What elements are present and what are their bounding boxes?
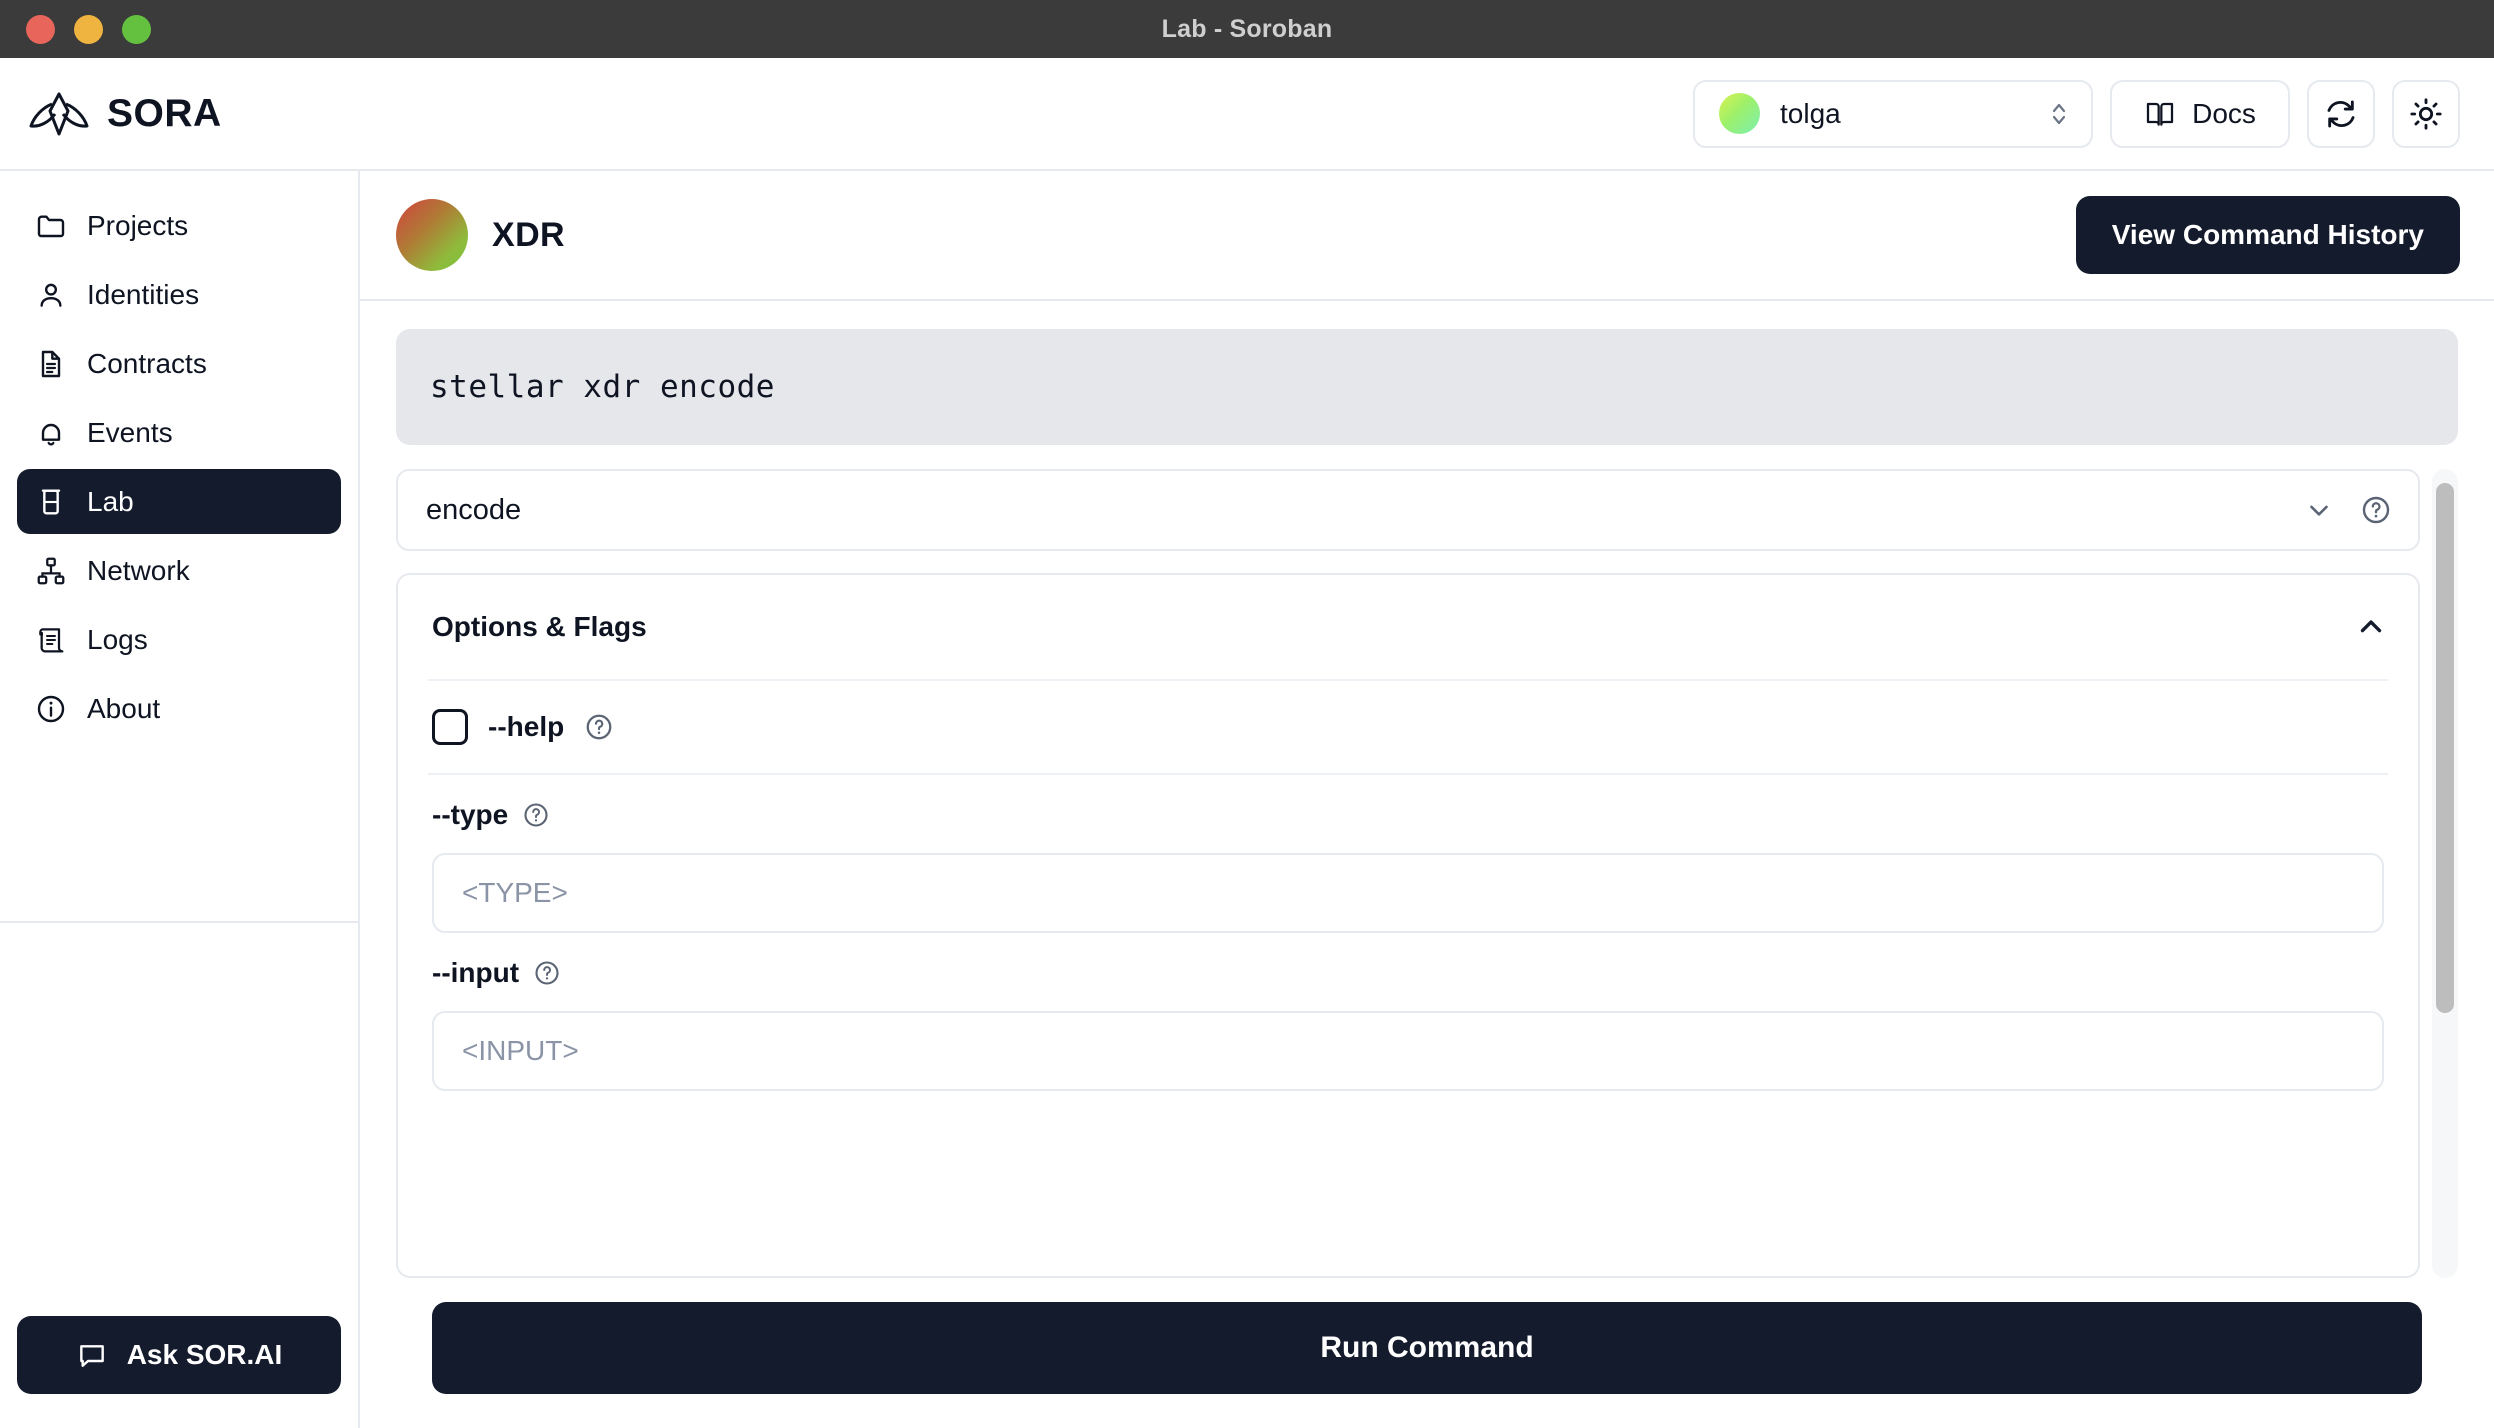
sidebar: Projects Identities Contracts Events Lab…	[0, 171, 360, 1428]
options-scrollbar-thumb[interactable]	[2436, 483, 2454, 1013]
subcommand-select[interactable]: encode	[396, 469, 2420, 551]
chat-bubble-icon	[79, 1345, 104, 1367]
sidebar-item-logs[interactable]: Logs	[17, 607, 341, 672]
view-command-history-button[interactable]: View Command History	[2075, 196, 2460, 274]
subcommand-value: encode	[426, 493, 522, 526]
field-type-label: --type	[432, 799, 509, 830]
account-name: tolga	[1780, 97, 1841, 129]
options-section-title: Options & Flags	[432, 611, 647, 642]
maximize-window-button[interactable]	[122, 14, 151, 44]
command-preview-text: stellar xdr encode	[430, 369, 775, 405]
ask-sorai-button[interactable]: Ask SOR.AI	[17, 1316, 341, 1394]
sidebar-item-label: Network	[87, 554, 190, 586]
options-and-flags-card: Options & Flags --help --type <TYPE> --i…	[396, 573, 2420, 1278]
field-input: --input <INPUT>	[398, 933, 2418, 1091]
help-flag-checkbox[interactable]	[432, 709, 468, 745]
document-icon	[41, 350, 61, 377]
question-circle-icon[interactable]	[522, 801, 550, 829]
sidebar-item-contracts[interactable]: Contracts	[17, 331, 341, 396]
sidebar-nav: Projects Identities Contracts Events Lab…	[0, 171, 358, 741]
question-circle-icon[interactable]	[2360, 494, 2392, 526]
help-flag-label: --help	[488, 711, 565, 742]
sora-mountain-logo-icon	[29, 92, 89, 135]
folder-icon	[37, 214, 65, 237]
field-input-header: --input	[432, 957, 2384, 989]
window-controls	[0, 14, 151, 44]
app-window: Lab - Soroban SORA tolga Docs Projects I…	[0, 0, 2494, 1428]
field-type: --type <TYPE>	[398, 775, 2418, 933]
brand[interactable]: SORA	[28, 91, 222, 137]
ask-sorai-label: Ask SOR.AI	[126, 1339, 283, 1370]
page-identity: XDR	[396, 199, 565, 271]
sidebar-item-label: Identities	[87, 278, 200, 310]
refresh-icon	[2327, 100, 2355, 127]
field-input-label: --input	[432, 957, 520, 988]
question-circle-icon[interactable]	[533, 959, 561, 987]
xdr-gradient-avatar	[396, 199, 468, 271]
app-body: Projects Identities Contracts Events Lab…	[0, 171, 2494, 1428]
flag-row-help: --help	[398, 681, 2418, 773]
options-scrollbar[interactable]	[2432, 469, 2458, 1278]
sidebar-item-label: Events	[87, 416, 173, 448]
sidebar-item-network[interactable]: Network	[17, 538, 341, 603]
options-section-header[interactable]: Options & Flags	[398, 575, 2418, 679]
sidebar-item-label: Logs	[87, 623, 148, 655]
close-window-button[interactable]	[26, 14, 55, 44]
window-titlebar: Lab - Soroban	[0, 0, 2494, 58]
theme-toggle-button[interactable]	[2392, 79, 2460, 148]
sidebar-item-label: Contracts	[87, 347, 207, 379]
sidebar-item-events[interactable]: Events	[17, 400, 341, 465]
main-panel: XDR View Command History stellar xdr enc…	[360, 171, 2494, 1428]
chevron-down-icon[interactable]	[2304, 495, 2334, 525]
minimize-window-button[interactable]	[74, 14, 103, 44]
brand-name: SORA	[107, 91, 222, 135]
sidebar-item-lab[interactable]: Lab	[17, 469, 341, 534]
sidebar-item-label: Lab	[87, 485, 134, 517]
options-scroll-content: encode Options & Flags --help --type <TY…	[396, 469, 2420, 1278]
page-title: XDR	[492, 215, 565, 254]
header-actions: tolga Docs	[1693, 79, 2460, 148]
chevron-up-icon[interactable]	[2354, 610, 2388, 644]
question-circle-icon[interactable]	[584, 712, 614, 742]
page-header: XDR View Command History	[360, 171, 2494, 301]
info-circle-icon	[37, 695, 65, 722]
run-command-button[interactable]: Run Command	[432, 1302, 2422, 1394]
field-type-header: --type	[432, 799, 2384, 831]
book-icon	[2146, 102, 2174, 126]
sidebar-divider	[0, 921, 358, 923]
sun-icon	[2410, 97, 2442, 130]
sidebar-item-about[interactable]: About	[17, 676, 341, 741]
run-command-area: Run Command	[396, 1278, 2458, 1428]
type-input[interactable]: <TYPE>	[432, 853, 2384, 933]
docs-button[interactable]: Docs	[2110, 79, 2290, 148]
type-input-placeholder: <TYPE>	[462, 877, 568, 908]
command-preview: stellar xdr encode	[396, 329, 2458, 445]
sidebar-item-label: Projects	[87, 209, 189, 241]
network-icon	[37, 557, 65, 584]
account-avatar	[1719, 93, 1760, 134]
scroll-icon	[39, 627, 64, 652]
sidebar-item-label: About	[87, 692, 161, 724]
window-title: Lab - Soroban	[1161, 14, 1333, 43]
options-scroll-area: encode Options & Flags --help --type <TY…	[396, 445, 2458, 1278]
refresh-button[interactable]	[2307, 79, 2375, 148]
docs-button-label: Docs	[2192, 97, 2256, 129]
up-down-chevron-icon	[2052, 103, 2066, 124]
input-input-placeholder: <INPUT>	[462, 1035, 579, 1066]
user-icon	[40, 283, 62, 307]
sidebar-item-identities[interactable]: Identities	[17, 262, 341, 327]
page-content: stellar xdr encode encode Options & Flag…	[360, 301, 2494, 1428]
flask-icon	[41, 488, 61, 515]
bell-icon	[41, 423, 61, 445]
app-header: SORA tolga Docs	[0, 58, 2494, 171]
sidebar-item-projects[interactable]: Projects	[17, 193, 341, 258]
account-selector[interactable]: tolga	[1693, 79, 2093, 148]
sidebar-footer: Ask SOR.AI	[0, 1316, 358, 1428]
input-input[interactable]: <INPUT>	[432, 1011, 2384, 1091]
